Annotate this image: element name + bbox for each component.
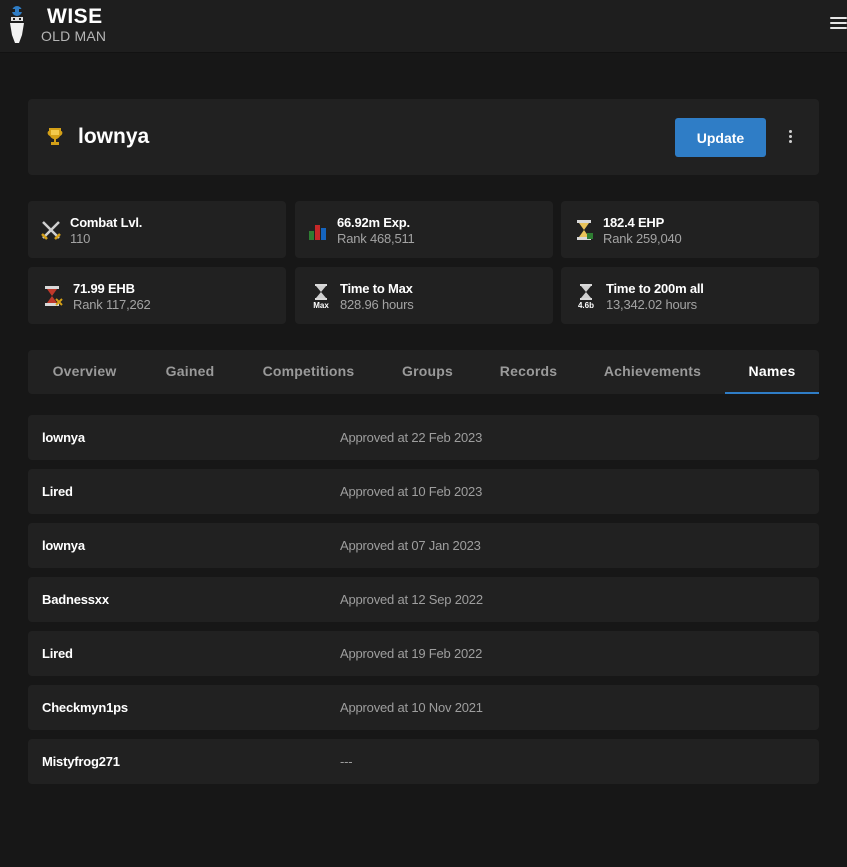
player-name: lownya — [78, 125, 150, 148]
stat-title: 182.4 EHP — [603, 215, 665, 230]
crossed-swords-icon — [41, 221, 61, 240]
stat-card-exp: 66.92m Exp. Rank 468,511 — [295, 201, 553, 258]
stat-card-ehp: 182.4 EHP Rank 259,040 — [561, 201, 819, 258]
tab-groups[interactable]: Groups — [378, 350, 477, 394]
tab-overview[interactable]: Overview — [28, 350, 141, 394]
name-change-row: Lired Approved at 19 Feb 2022 — [28, 631, 819, 676]
name-change-row: Checkmyn1ps Approved at 10 Nov 2021 — [28, 685, 819, 730]
name-change-name: Lired — [42, 646, 73, 661]
stat-card-combat: Combat Lvl. 110 — [28, 201, 286, 258]
hourglass-max-icon: Max — [313, 284, 329, 309]
stat-value: 110 — [70, 231, 91, 246]
hourglass-200m-icon: 4.6b — [578, 284, 594, 309]
trophy-icon — [47, 128, 63, 145]
name-change-row: Badnessxx Approved at 12 Sep 2022 — [28, 577, 819, 622]
stat-title: Combat Lvl. — [70, 215, 143, 230]
tab-names[interactable]: Names — [725, 350, 819, 394]
name-change-name: Checkmyn1ps — [42, 700, 128, 715]
name-change-name: Lired — [42, 484, 73, 499]
name-change-row: lownya Approved at 22 Feb 2023 — [28, 415, 819, 460]
tab-achievements[interactable]: Achievements — [580, 350, 725, 394]
name-change-name: Mistyfrog271 — [42, 754, 120, 769]
hourglass-ehp-icon — [577, 220, 593, 240]
stat-rank: Rank 259,040 — [603, 231, 682, 246]
stat-title: Time to 200m all — [606, 281, 704, 296]
tab-competitions[interactable]: Competitions — [239, 350, 378, 394]
bar-chart-icon — [309, 225, 326, 240]
update-button[interactable]: Update — [675, 118, 766, 157]
name-change-row: Mistyfrog271 --- — [28, 739, 819, 784]
tab-records[interactable]: Records — [477, 350, 580, 394]
name-change-name: Badnessxx — [42, 592, 109, 607]
name-change-status: --- — [340, 754, 353, 769]
stat-rank: Rank 117,262 — [73, 297, 151, 312]
name-change-row: Lired Approved at 10 Feb 2023 — [28, 469, 819, 514]
200m-badge: 4.6b — [578, 301, 594, 309]
max-badge: Max — [313, 301, 329, 309]
profile-tabs: Overview Gained Competitions Groups Reco… — [28, 350, 819, 394]
hourglass-ehb-icon — [45, 286, 63, 306]
stat-card-ehb: 71.99 EHB Rank 117,262 — [28, 267, 286, 324]
wise-old-man-logo-icon[interactable] — [6, 5, 28, 45]
name-change-name: lownya — [42, 430, 85, 445]
hamburger-menu-icon[interactable] — [830, 17, 847, 31]
stat-title: 66.92m Exp. — [337, 215, 410, 230]
name-change-name: lownya — [42, 538, 85, 553]
stat-rank: Rank 468,511 — [337, 231, 415, 246]
tab-gained[interactable]: Gained — [141, 350, 239, 394]
stat-title: 71.99 EHB — [73, 281, 135, 296]
top-bar: WISE OLD MAN — [0, 0, 847, 53]
player-header-card: lownya Update — [28, 99, 819, 175]
stat-card-time-to-max: Max Time to Max 828.96 hours — [295, 267, 553, 324]
name-change-row: lownya Approved at 07 Jan 2023 — [28, 523, 819, 568]
stat-card-time-to-200m: 4.6b Time to 200m all 13,342.02 hours — [561, 267, 819, 324]
stat-value: 13,342.02 hours — [606, 297, 697, 312]
brand-subtitle[interactable]: OLD MAN — [41, 28, 106, 44]
more-options-icon[interactable] — [786, 130, 794, 146]
name-change-status: Approved at 22 Feb 2023 — [340, 430, 483, 445]
name-change-status: Approved at 10 Feb 2023 — [340, 484, 483, 499]
brand-title[interactable]: WISE — [47, 5, 103, 29]
stat-title: Time to Max — [340, 281, 413, 296]
name-change-status: Approved at 10 Nov 2021 — [340, 700, 483, 715]
name-change-status: Approved at 19 Feb 2022 — [340, 646, 483, 661]
name-change-status: Approved at 12 Sep 2022 — [340, 592, 483, 607]
name-change-status: Approved at 07 Jan 2023 — [340, 538, 481, 553]
stat-value: 828.96 hours — [340, 297, 414, 312]
